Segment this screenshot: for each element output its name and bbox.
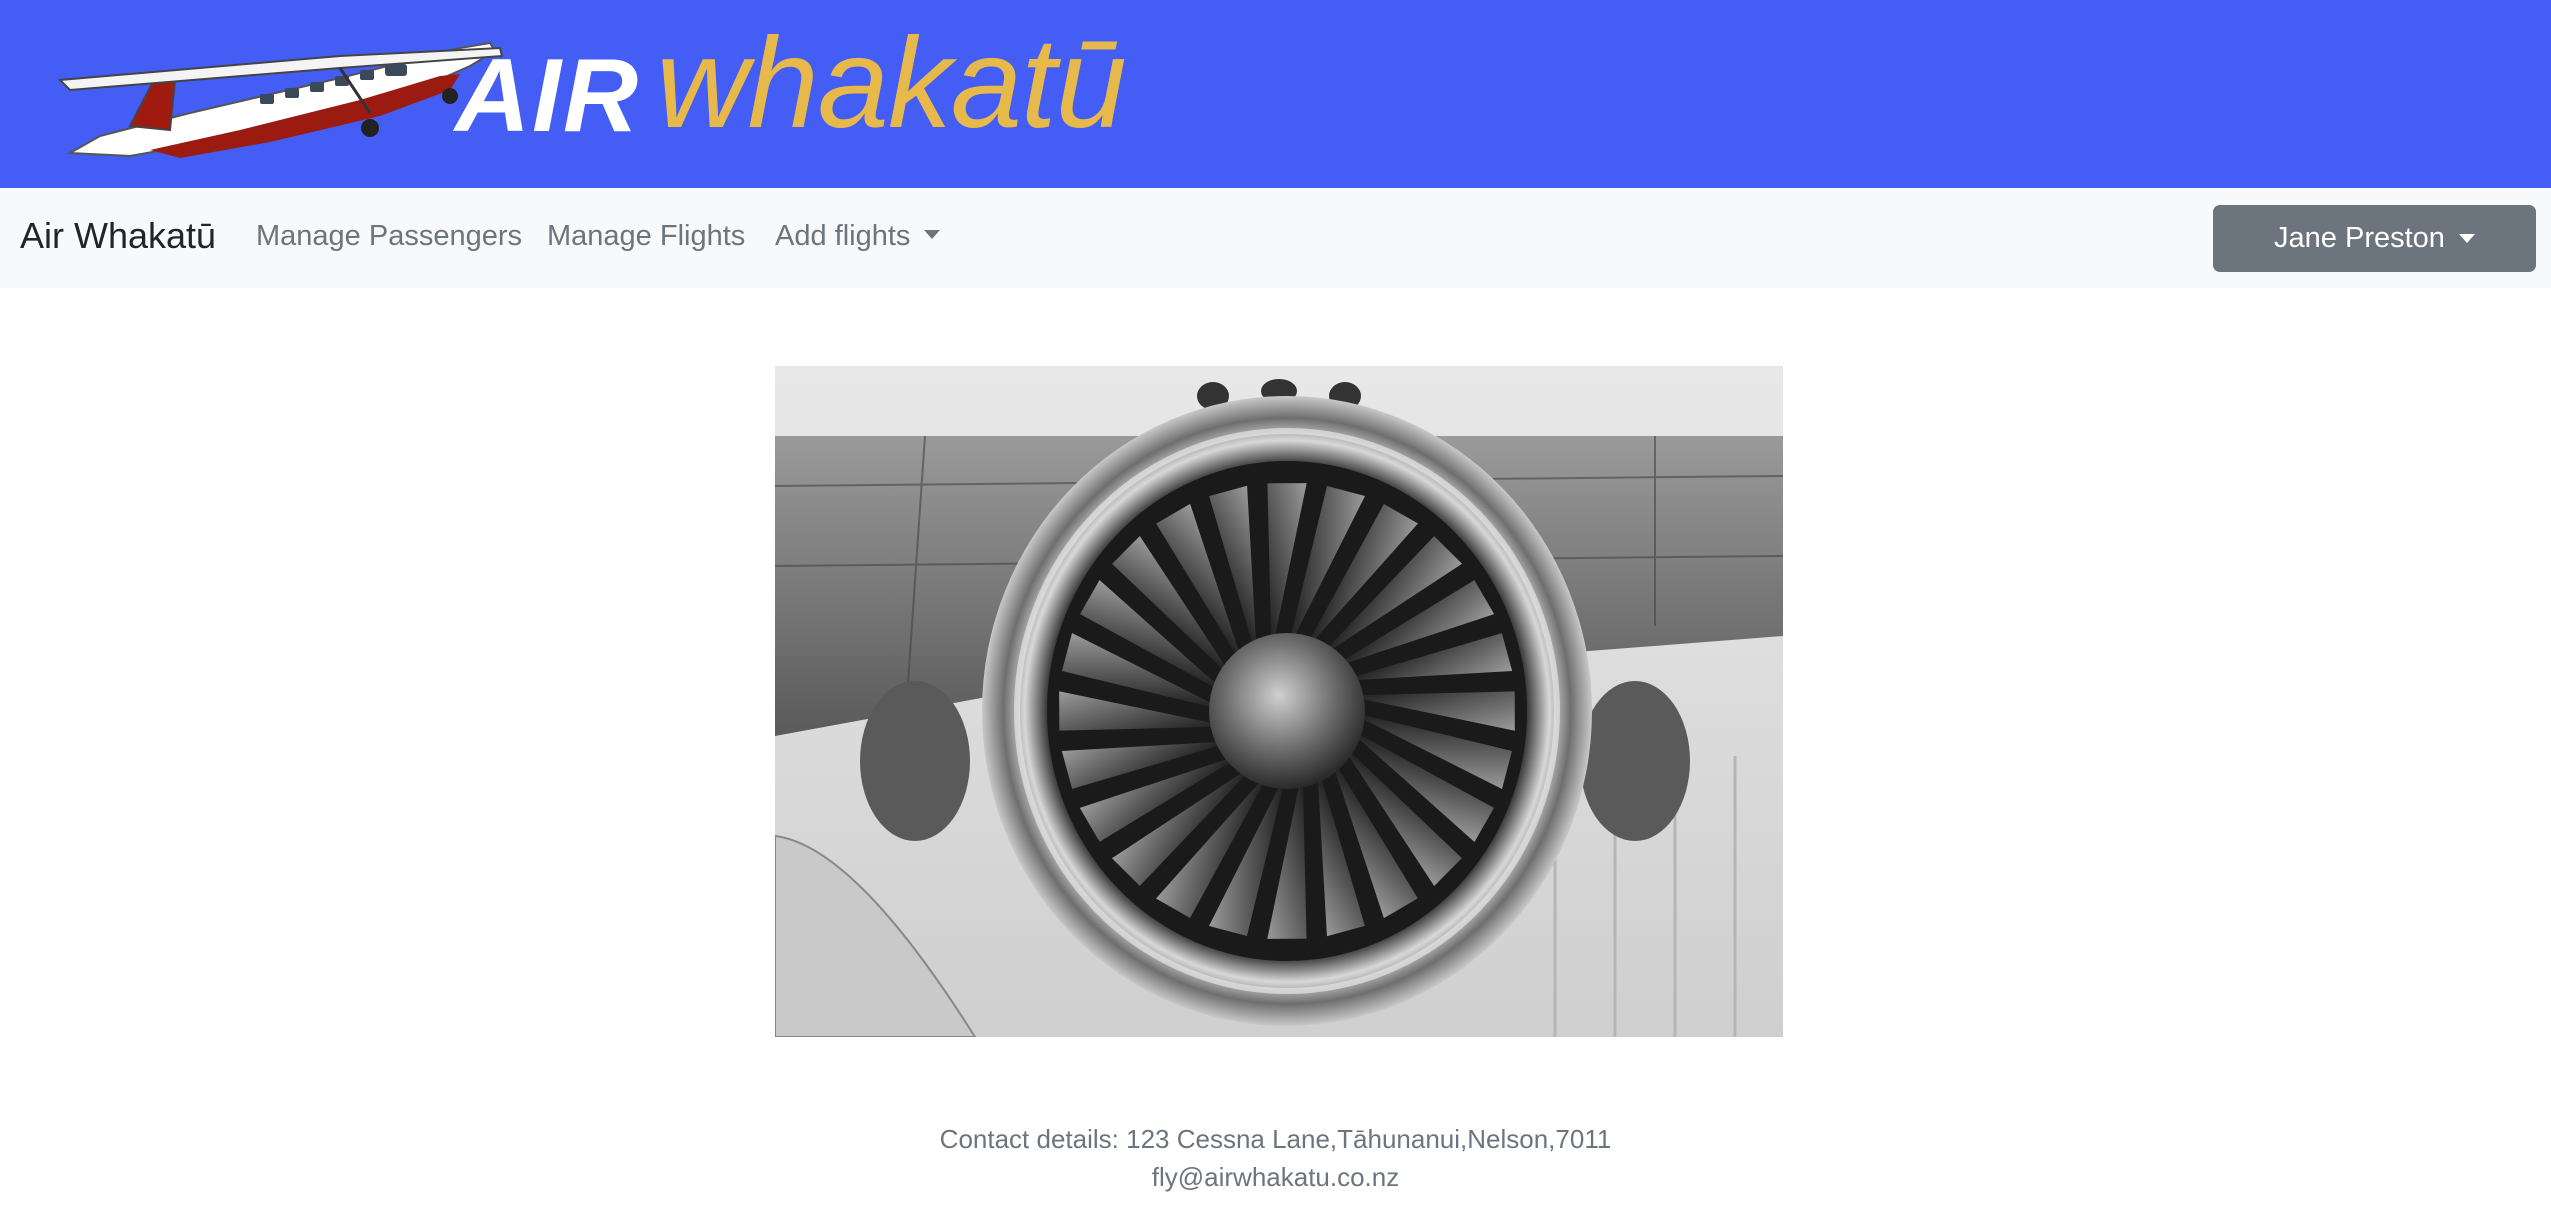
main-navbar: Air Whakatū Manage Passengers Manage Fli…: [0, 188, 2551, 288]
chevron-down-icon: [2458, 234, 2475, 243]
user-name-label: Jane Preston: [2274, 222, 2445, 254]
logo-whakatu-text: whakatū: [656, 12, 1127, 155]
nav-add-flights-dropdown[interactable]: Add flights: [775, 220, 941, 253]
user-menu-button[interactable]: Jane Preston: [2213, 205, 2536, 272]
chevron-down-icon: [924, 230, 941, 239]
contact-details: Contact details: 123 Cessna Lane,Tāhunan…: [939, 1124, 1612, 1154]
page-footer: Contact details: 123 Cessna Lane,Tāhunan…: [0, 1120, 2551, 1196]
site-banner: AIR whakatū: [0, 0, 2551, 188]
nav-add-flights-label: Add flights: [775, 220, 911, 252]
contact-email: fly@airwhakatu.co.nz: [1151, 1162, 1400, 1192]
navbar-brand[interactable]: Air Whakatū: [20, 215, 216, 257]
nav-manage-flights[interactable]: Manage Flights: [547, 220, 745, 253]
logo-air-text: AIR: [455, 38, 641, 154]
nav-manage-passengers[interactable]: Manage Passengers: [256, 220, 522, 253]
jet-engine-image: [775, 366, 1783, 1037]
airplane-logo-icon: [57, 41, 504, 158]
